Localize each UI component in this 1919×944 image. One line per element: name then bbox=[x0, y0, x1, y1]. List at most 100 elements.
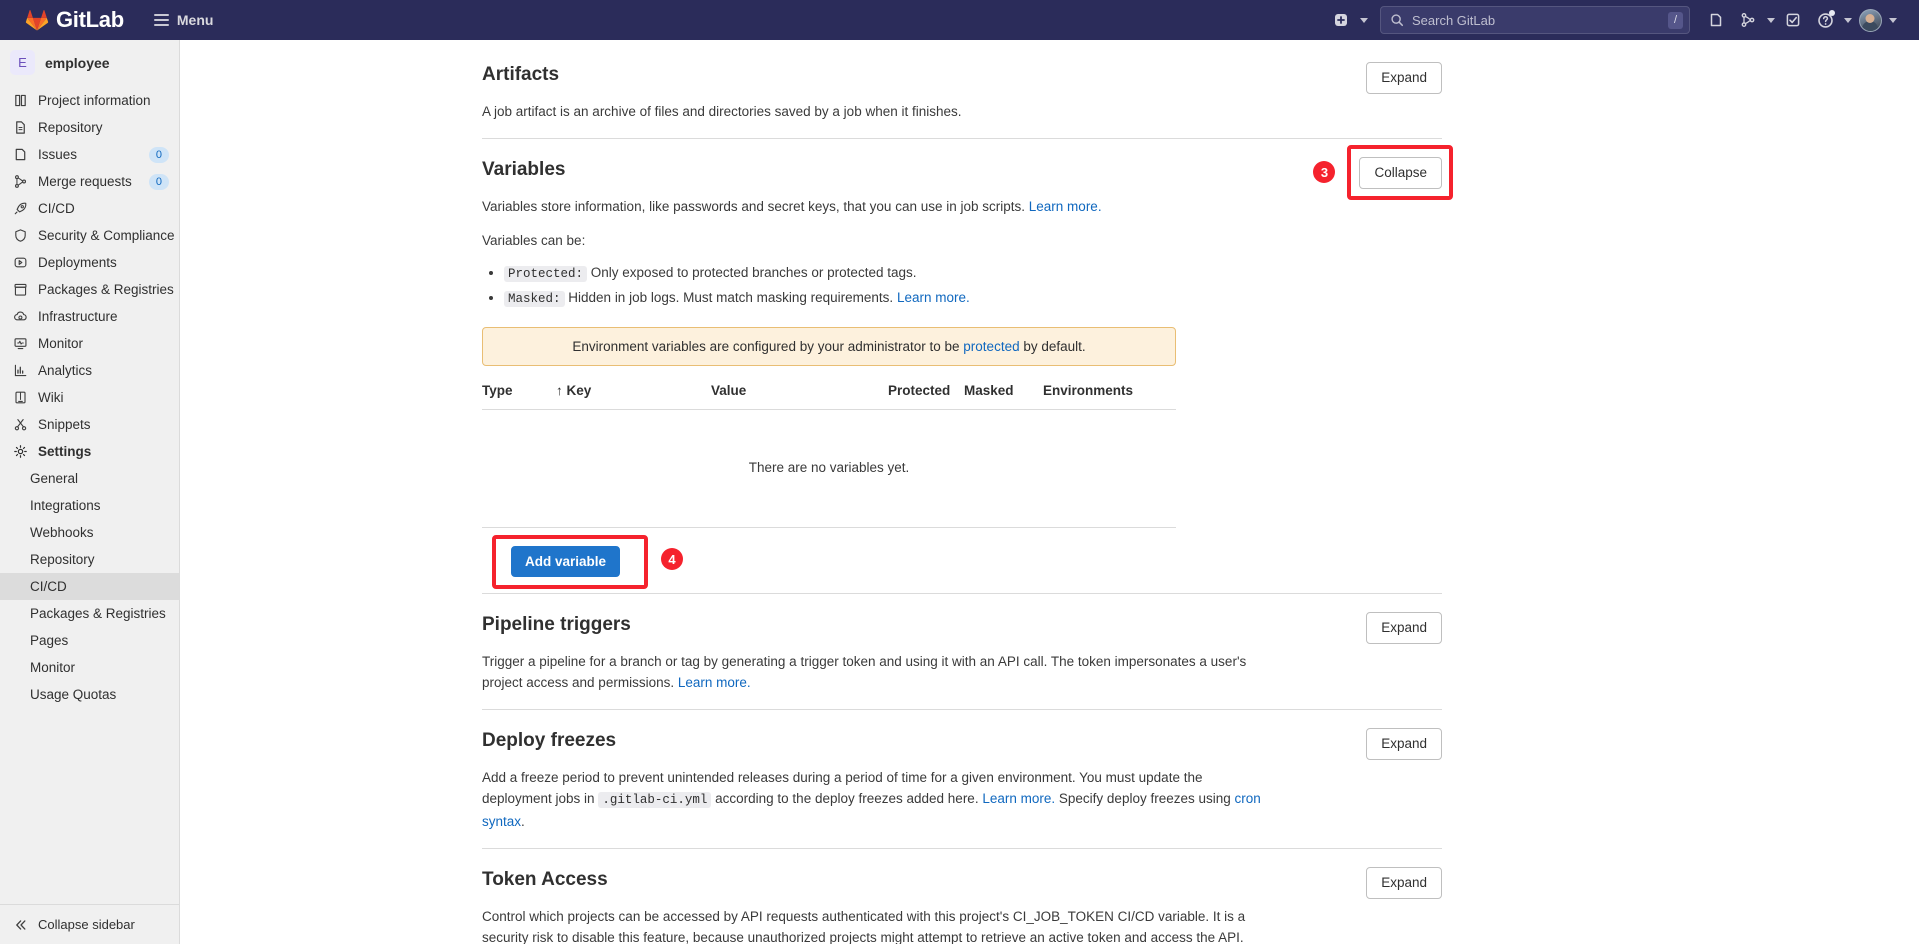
sidebar-item-label: Packages & Registries bbox=[38, 282, 174, 297]
section-artifacts: Artifacts A job artifact is an archive o… bbox=[482, 44, 1442, 138]
merge-requests-chevron-down-icon[interactable] bbox=[1767, 17, 1775, 23]
sidebar-item-label: Analytics bbox=[38, 363, 93, 378]
artifacts-expand-button[interactable]: Expand bbox=[1366, 62, 1442, 94]
search-shortcut-key: / bbox=[1667, 11, 1683, 29]
shield-icon bbox=[12, 228, 28, 244]
deploy-freezes-text-2: according to the deploy freezes added he… bbox=[715, 791, 979, 806]
gear-icon bbox=[12, 444, 28, 460]
sidebar-item-cicd[interactable]: CI/CD bbox=[0, 195, 179, 222]
sidebar-subitem-packages-registries[interactable]: Packages & Registries bbox=[0, 600, 179, 627]
sidebar-subitem-general[interactable]: General bbox=[0, 465, 179, 492]
top-navigation-bar: GitLab Menu Search GitLab / bbox=[0, 0, 1919, 40]
user-avatar[interactable] bbox=[1856, 6, 1884, 34]
sidebar-item-label: Merge requests bbox=[38, 174, 132, 189]
todos-icon[interactable] bbox=[1779, 6, 1807, 34]
sidebar-subitem-integrations[interactable]: Integrations bbox=[0, 492, 179, 519]
pipeline-triggers-description: Trigger a pipeline for a branch or tag b… bbox=[482, 651, 1272, 693]
deploy-freezes-expand-button[interactable]: Expand bbox=[1366, 728, 1442, 760]
sidebar-subitem-label: Webhooks bbox=[30, 525, 94, 540]
sidebar-item-issues[interactable]: Issues 0 bbox=[0, 141, 179, 168]
sidebar-item-deployments[interactable]: Deployments bbox=[0, 249, 179, 276]
gitlab-tanuki-icon bbox=[25, 10, 49, 31]
project-information-icon bbox=[12, 93, 28, 109]
sidebar-item-infrastructure[interactable]: Infrastructure bbox=[0, 303, 179, 330]
column-header-environments: Environments bbox=[1043, 383, 1134, 398]
menu-label: Menu bbox=[176, 12, 214, 28]
help-icon[interactable] bbox=[1811, 6, 1839, 34]
add-variable-button[interactable]: Add variable bbox=[511, 546, 621, 577]
masked-description: Hidden in job logs. Must match masking r… bbox=[568, 290, 894, 305]
sidebar-item-monitor[interactable]: Monitor bbox=[0, 330, 179, 357]
sidebar-subitem-label: Packages & Registries bbox=[30, 606, 166, 621]
variables-learn-more-link[interactable]: Learn more. bbox=[1029, 199, 1102, 214]
list-item: Protected: Only exposed to protected bra… bbox=[504, 261, 1272, 286]
sidebar-project-header[interactable]: E employee bbox=[0, 40, 179, 85]
sidebar-item-project-information[interactable]: Project information bbox=[0, 87, 179, 114]
sidebar-item-repository[interactable]: Repository bbox=[0, 114, 179, 141]
analytics-icon bbox=[12, 363, 28, 379]
variables-description-text: Variables store information, like passwo… bbox=[482, 199, 1026, 214]
token-access-expand-button[interactable]: Expand bbox=[1366, 867, 1442, 899]
artifacts-description: A job artifact is an archive of files an… bbox=[482, 104, 962, 119]
sidebar-item-packages-registries[interactable]: Packages & Registries bbox=[0, 276, 179, 303]
variables-collapse-button[interactable]: Collapse bbox=[1359, 157, 1442, 189]
infrastructure-icon bbox=[12, 309, 28, 325]
help-chevron-down-icon[interactable] bbox=[1844, 17, 1852, 23]
new-dropdown-icon[interactable] bbox=[1327, 6, 1355, 34]
sidebar-item-label: Infrastructure bbox=[38, 309, 118, 324]
gitlab-logo-home-link[interactable]: GitLab bbox=[12, 7, 124, 33]
sidebar-item-security-compliance[interactable]: Security & Compliance bbox=[0, 222, 179, 249]
sidebar-subitem-monitor[interactable]: Monitor bbox=[0, 654, 179, 681]
protected-code-label: Protected: bbox=[504, 266, 588, 282]
deployments-icon bbox=[12, 255, 28, 271]
sidebar-subitem-webhooks[interactable]: Webhooks bbox=[0, 519, 179, 546]
sidebar-nav: Project information Repository Issues 0 … bbox=[0, 85, 179, 708]
annotation-number-4: 4 bbox=[661, 548, 683, 570]
sidebar-item-label: Snippets bbox=[38, 417, 91, 432]
main-menu-button[interactable]: Menu bbox=[148, 6, 220, 34]
sidebar-subitem-label: Integrations bbox=[30, 498, 101, 513]
sidebar-subitem-pages[interactable]: Pages bbox=[0, 627, 179, 654]
admin-protected-alert: Environment variables are configured by … bbox=[482, 327, 1176, 366]
sidebar-subitem-usage-quotas[interactable]: Usage Quotas bbox=[0, 681, 179, 708]
deploy-freezes-title: Deploy freezes bbox=[482, 730, 617, 751]
user-menu-chevron-down-icon[interactable] bbox=[1889, 17, 1897, 23]
list-item: Masked: Hidden in job logs. Must match m… bbox=[504, 286, 1272, 311]
search-placeholder: Search GitLab bbox=[1412, 12, 1496, 28]
deploy-freezes-text-4: . bbox=[521, 814, 525, 829]
variables-can-be-label: Variables can be: bbox=[482, 233, 586, 248]
collapse-sidebar-button[interactable]: Collapse sidebar bbox=[0, 904, 179, 944]
sidebar-item-snippets[interactable]: Snippets bbox=[0, 411, 179, 438]
column-header-protected: Protected bbox=[888, 383, 951, 398]
brand-name: GitLab bbox=[56, 7, 124, 32]
column-header-masked: Masked bbox=[964, 383, 1014, 398]
search-input[interactable]: Search GitLab / bbox=[1380, 6, 1690, 34]
sidebar-subitem-cicd[interactable]: CI/CD bbox=[0, 573, 179, 600]
rocket-icon bbox=[12, 201, 28, 217]
sidebar-item-settings[interactable]: Settings bbox=[0, 438, 179, 465]
new-dropdown-chevron-down-icon[interactable] bbox=[1360, 17, 1368, 23]
sidebar-item-label: Project information bbox=[38, 93, 151, 108]
issues-icon[interactable] bbox=[1702, 6, 1730, 34]
issues-count-badge: 0 bbox=[148, 146, 169, 163]
deploy-freezes-learn-more-link[interactable]: Learn more. bbox=[982, 791, 1055, 806]
merge-requests-icon[interactable] bbox=[1734, 6, 1762, 34]
collapse-sidebar-label: Collapse sidebar bbox=[38, 917, 135, 932]
sidebar-item-label: Deployments bbox=[38, 255, 117, 270]
token-access-description: Control which projects can be accessed b… bbox=[482, 909, 1246, 944]
sidebar-subitem-label: Pages bbox=[30, 633, 69, 648]
gitlab-ci-yml-code: .gitlab-ci.yml bbox=[598, 792, 712, 808]
sidebar-item-analytics[interactable]: Analytics bbox=[0, 357, 179, 384]
sidebar-item-merge-requests[interactable]: Merge requests 0 bbox=[0, 168, 179, 195]
alert-protected-link[interactable]: protected bbox=[963, 339, 1019, 354]
pipeline-triggers-learn-more-link[interactable]: Learn more. bbox=[678, 675, 751, 690]
sidebar-subitem-repository[interactable]: Repository bbox=[0, 546, 179, 573]
sidebar-item-wiki[interactable]: Wiki bbox=[0, 384, 179, 411]
main-content: Artifacts A job artifact is an archive o… bbox=[180, 40, 1919, 944]
masked-learn-more-link[interactable]: Learn more. bbox=[897, 290, 970, 305]
variables-table: Type ↑ Key Value Protected Masked Enviro… bbox=[482, 383, 1176, 589]
section-deploy-freezes: Deploy freezes Add a freeze period to pr… bbox=[482, 709, 1442, 848]
column-header-key[interactable]: ↑ Key bbox=[556, 383, 711, 398]
pipeline-triggers-expand-button[interactable]: Expand bbox=[1366, 612, 1442, 644]
artifacts-title: Artifacts bbox=[482, 64, 560, 85]
